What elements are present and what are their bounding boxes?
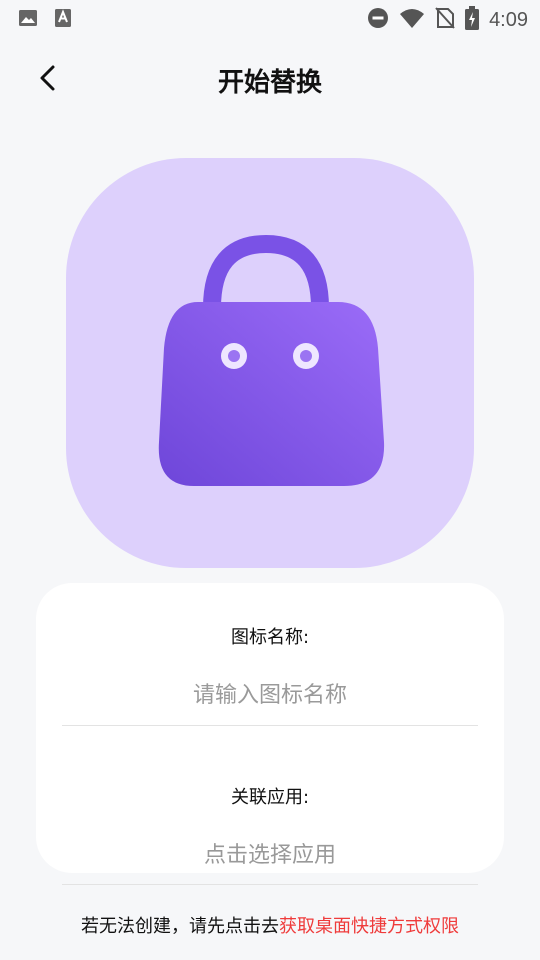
icon-name-input[interactable]	[36, 677, 504, 713]
header: 开始替换	[0, 50, 540, 106]
footer-note: 若无法创建，请先点击去获取桌面快捷方式权限	[0, 912, 540, 938]
no-sim-icon	[435, 7, 455, 33]
font-a-icon	[54, 8, 72, 32]
image-icon	[18, 8, 38, 32]
app-select-field[interactable]: 点击选择应用	[36, 837, 504, 871]
do-not-disturb-icon	[367, 7, 389, 33]
status-time: 4:09	[489, 8, 528, 31]
wifi-icon	[399, 7, 425, 33]
app-divider	[62, 884, 478, 885]
footer-note-text: 若无法创建，请先点击去	[81, 916, 279, 937]
form-card: 图标名称: 关联应用: 点击选择应用	[36, 583, 504, 873]
icon-preview	[66, 158, 474, 568]
status-bar: 4:09	[0, 0, 540, 36]
icon-name-divider	[62, 725, 478, 726]
app-label: 关联应用:	[230, 787, 310, 808]
battery-charging-icon	[465, 6, 480, 34]
shortcut-permission-link[interactable]: 获取桌面快捷方式权限	[279, 916, 459, 937]
page-title: 开始替换	[217, 68, 322, 98]
icon-name-label: 图标名称:	[230, 627, 310, 648]
